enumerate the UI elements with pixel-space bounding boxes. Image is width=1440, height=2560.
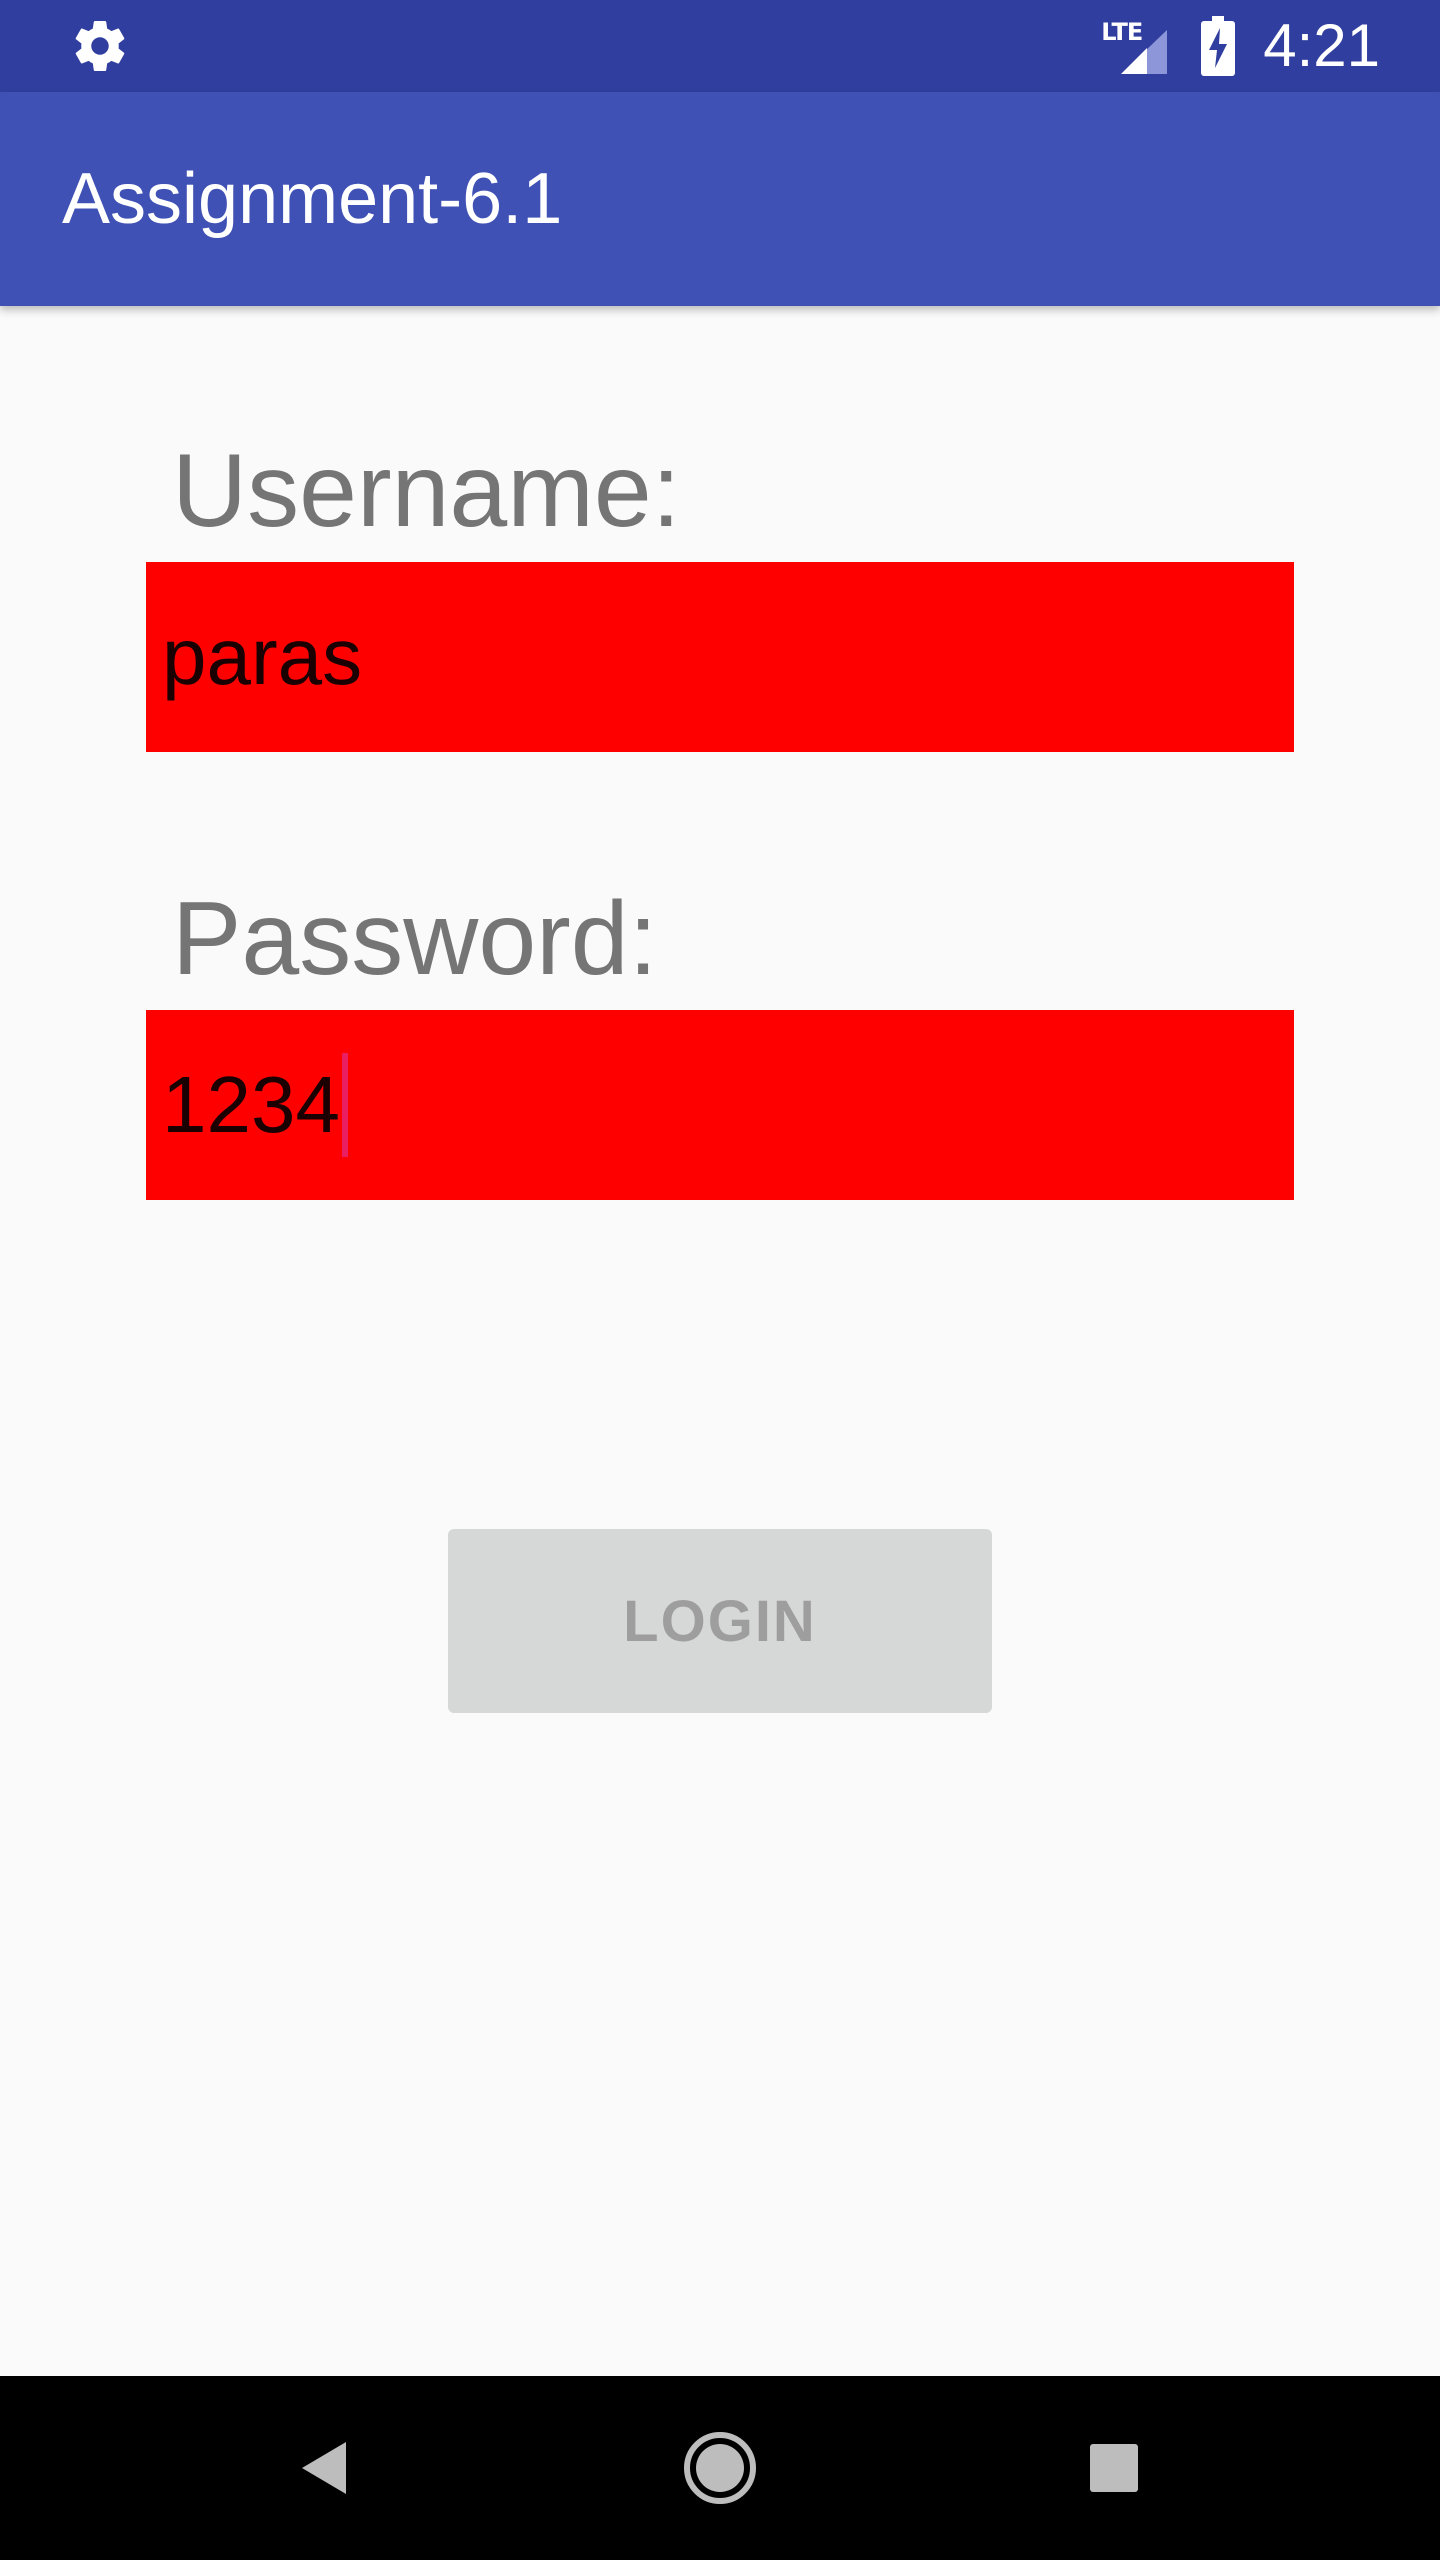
gear-icon [75,21,125,71]
lte-signal-icon: LTE [1101,16,1173,76]
back-icon [302,2442,346,2494]
status-indicators: LTE 4:21 [1101,0,1380,92]
home-icon [684,2432,756,2504]
status-bar: LTE 4:21 [0,0,1440,92]
recents-button[interactable] [1044,2376,1184,2560]
password-value: 1234 [162,1060,340,1149]
username-field[interactable]: paras [146,562,1294,752]
username-label: Username: [172,433,681,549]
battery-charging-icon [1201,16,1236,76]
username-value: paras [162,612,363,701]
status-time: 4:21 [1263,12,1380,79]
recents-icon [1090,2444,1138,2492]
password-label: Password: [172,881,658,997]
app-bar: Assignment-6.1 [0,92,1440,306]
home-button[interactable] [650,2376,790,2560]
text-cursor [341,1053,348,1157]
back-button[interactable] [256,2376,396,2560]
app-title: Assignment-6.1 [62,159,563,239]
login-button[interactable]: LOGIN [448,1529,992,1713]
password-field[interactable]: 1234 [146,1010,1294,1200]
navigation-bar [0,2376,1440,2560]
